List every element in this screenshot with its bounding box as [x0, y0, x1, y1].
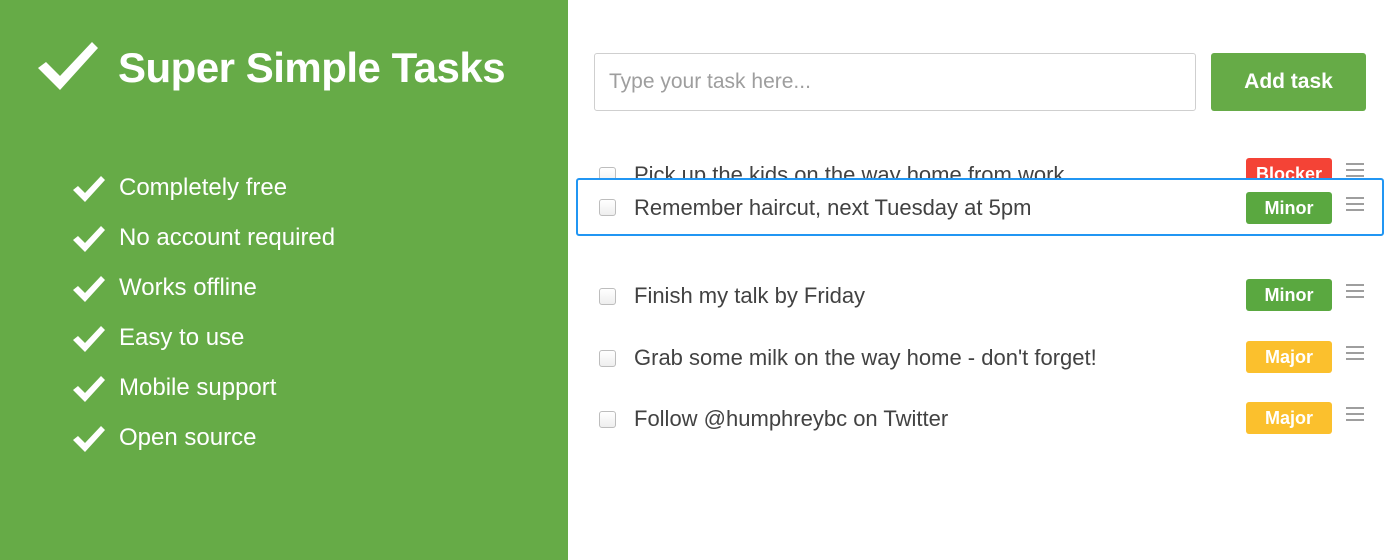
task-text: Remember haircut, next Tuesday at 5pm — [634, 195, 1032, 220]
checkmark-icon — [73, 276, 105, 302]
sidebar: Super Simple Tasks Completely free No ac… — [0, 0, 568, 560]
drag-handle-icon[interactable] — [1346, 284, 1364, 298]
feature-label: Easy to use — [119, 324, 245, 351]
checkmark-icon — [38, 42, 98, 90]
checkmark-icon — [73, 326, 105, 352]
priority-badge[interactable]: Major — [1246, 402, 1332, 434]
task-text: Grab some milk on the way home - don't f… — [634, 345, 1097, 370]
task-row-selected[interactable]: Remember haircut, next Tuesday at 5pm Mi… — [576, 178, 1384, 236]
add-task-button[interactable]: Add task — [1211, 53, 1366, 111]
feature-label: Mobile support — [119, 374, 277, 401]
task-checkbox[interactable] — [599, 288, 616, 305]
task-row: Finish my talk by Friday Minor — [568, 276, 1400, 316]
priority-badge[interactable]: Minor — [1246, 192, 1332, 224]
task-row: Follow @humphreybc on Twitter Major — [568, 399, 1400, 439]
checkmark-icon — [73, 376, 105, 402]
checkmark-icon — [73, 226, 105, 252]
task-text: Follow @humphreybc on Twitter — [634, 406, 949, 431]
task-checkbox[interactable] — [599, 350, 616, 367]
feature-label: Completely free — [119, 174, 288, 201]
task-input[interactable] — [594, 53, 1196, 111]
task-panel: Add task Pick up the kids on the way hom… — [568, 0, 1400, 560]
task-checkbox[interactable] — [599, 199, 616, 216]
drag-handle-icon[interactable] — [1346, 407, 1364, 421]
drag-handle-icon[interactable] — [1346, 163, 1364, 177]
drag-handle-icon[interactable] — [1346, 197, 1364, 211]
feature-label: Open source — [119, 424, 257, 451]
feature-label: Works offline — [119, 274, 257, 301]
priority-badge[interactable]: Major — [1246, 341, 1332, 373]
checkmark-icon — [73, 176, 105, 202]
priority-badge[interactable]: Minor — [1246, 279, 1332, 311]
task-checkbox[interactable] — [599, 411, 616, 428]
task-text: Finish my talk by Friday — [634, 283, 866, 308]
feature-label: No account required — [119, 224, 336, 251]
task-row: Grab some milk on the way home - don't f… — [568, 338, 1400, 378]
drag-handle-icon[interactable] — [1346, 346, 1364, 360]
app-title: Super Simple Tasks — [118, 44, 506, 91]
checkmark-icon — [73, 426, 105, 452]
